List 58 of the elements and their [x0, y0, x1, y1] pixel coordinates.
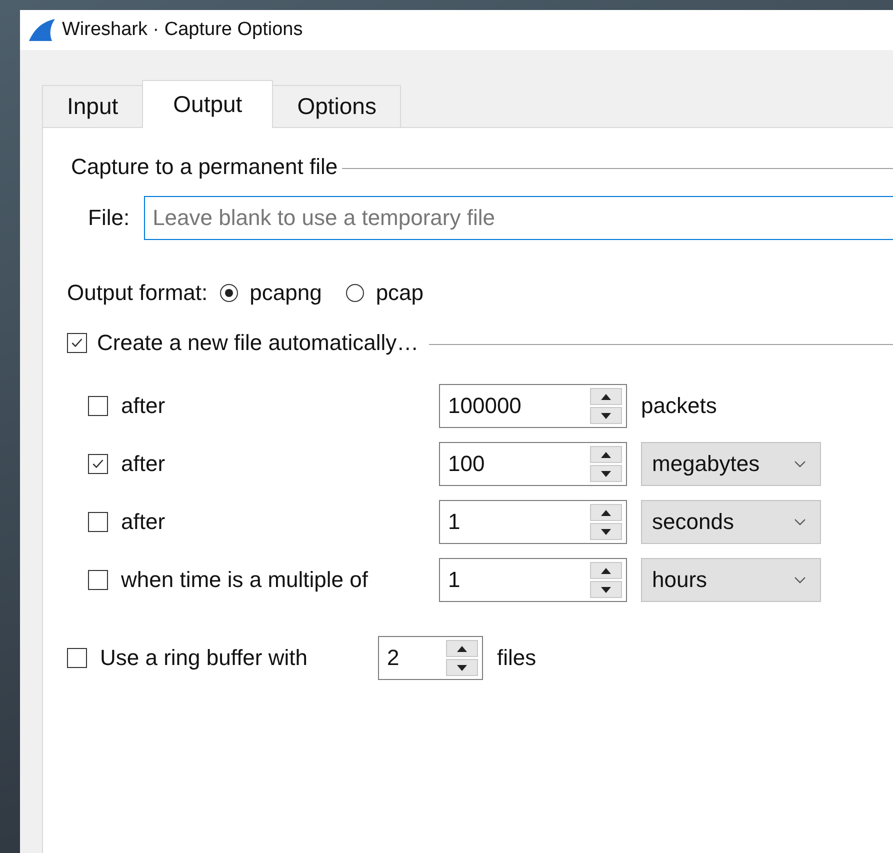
spin-up-button[interactable]	[590, 388, 622, 405]
spin-down-button[interactable]	[590, 581, 622, 598]
radio-button[interactable]	[346, 284, 364, 302]
up-arrow-icon	[600, 566, 612, 574]
checkbox-label: Create a new file automatically…	[97, 330, 419, 356]
radio-option[interactable]: pcap	[346, 280, 424, 306]
chevron-down-icon	[794, 576, 806, 584]
unit-dropdown[interactable]: hours	[641, 558, 821, 602]
spin-up-button[interactable]	[590, 504, 622, 521]
checkbox[interactable]	[88, 396, 108, 416]
spin-box[interactable]: 100000	[439, 384, 627, 428]
radio-button[interactable]	[220, 284, 238, 302]
spin-down-button[interactable]	[590, 523, 622, 540]
up-arrow-icon	[456, 644, 468, 652]
unit-dropdown[interactable]: seconds	[641, 500, 821, 544]
spin-box[interactable]: 1	[439, 500, 627, 544]
unit-dropdown[interactable]: megabytes	[641, 442, 821, 486]
spin-up-button[interactable]	[590, 446, 622, 463]
tab[interactable]: Input	[42, 85, 144, 127]
files-label: files	[497, 645, 536, 671]
down-arrow-icon	[600, 528, 612, 536]
checkbox[interactable]	[67, 648, 87, 668]
spin-box[interactable]: 1	[439, 558, 627, 602]
radio-option[interactable]: pcapng	[220, 280, 322, 306]
tab[interactable]: Output	[142, 80, 274, 128]
checkbox[interactable]	[88, 512, 108, 532]
up-arrow-icon	[600, 450, 612, 458]
checkbox[interactable]	[67, 333, 87, 353]
unit-label: packets	[641, 393, 717, 419]
spin-down-button[interactable]	[590, 407, 622, 424]
checkbox-label: after	[121, 393, 166, 419]
chevron-down-icon	[794, 518, 806, 526]
output-format-label: Output format:	[67, 280, 208, 306]
spin-down-button[interactable]	[446, 659, 478, 676]
tab[interactable]: Options	[272, 85, 402, 127]
group-title: Capture to a permanent file	[71, 154, 338, 180]
checkbox-label: after	[121, 451, 166, 477]
checkbox-label: after	[121, 509, 166, 535]
checkbox-label: Use a ring buffer with	[100, 645, 308, 671]
checkbox[interactable]	[88, 454, 108, 474]
chevron-down-icon	[794, 460, 806, 468]
spin-up-button[interactable]	[446, 640, 478, 657]
down-arrow-icon	[600, 470, 612, 478]
checkbox-label: when time is a multiple of	[121, 567, 368, 593]
down-arrow-icon	[456, 664, 468, 672]
spin-box[interactable]: 2	[378, 636, 483, 680]
spin-up-button[interactable]	[590, 562, 622, 579]
checkbox[interactable]	[88, 570, 108, 590]
shark-fin-icon	[28, 18, 56, 42]
spin-down-button[interactable]	[590, 465, 622, 482]
file-label: File:	[88, 205, 130, 231]
window-title: Wireshark · Capture Options	[62, 19, 303, 41]
spin-box[interactable]: 100	[439, 442, 627, 486]
up-arrow-icon	[600, 392, 612, 400]
file-input-field[interactable]: Leave blank to use a temporary file	[144, 196, 893, 240]
down-arrow-icon	[600, 412, 612, 420]
down-arrow-icon	[600, 586, 612, 594]
up-arrow-icon	[600, 508, 612, 516]
